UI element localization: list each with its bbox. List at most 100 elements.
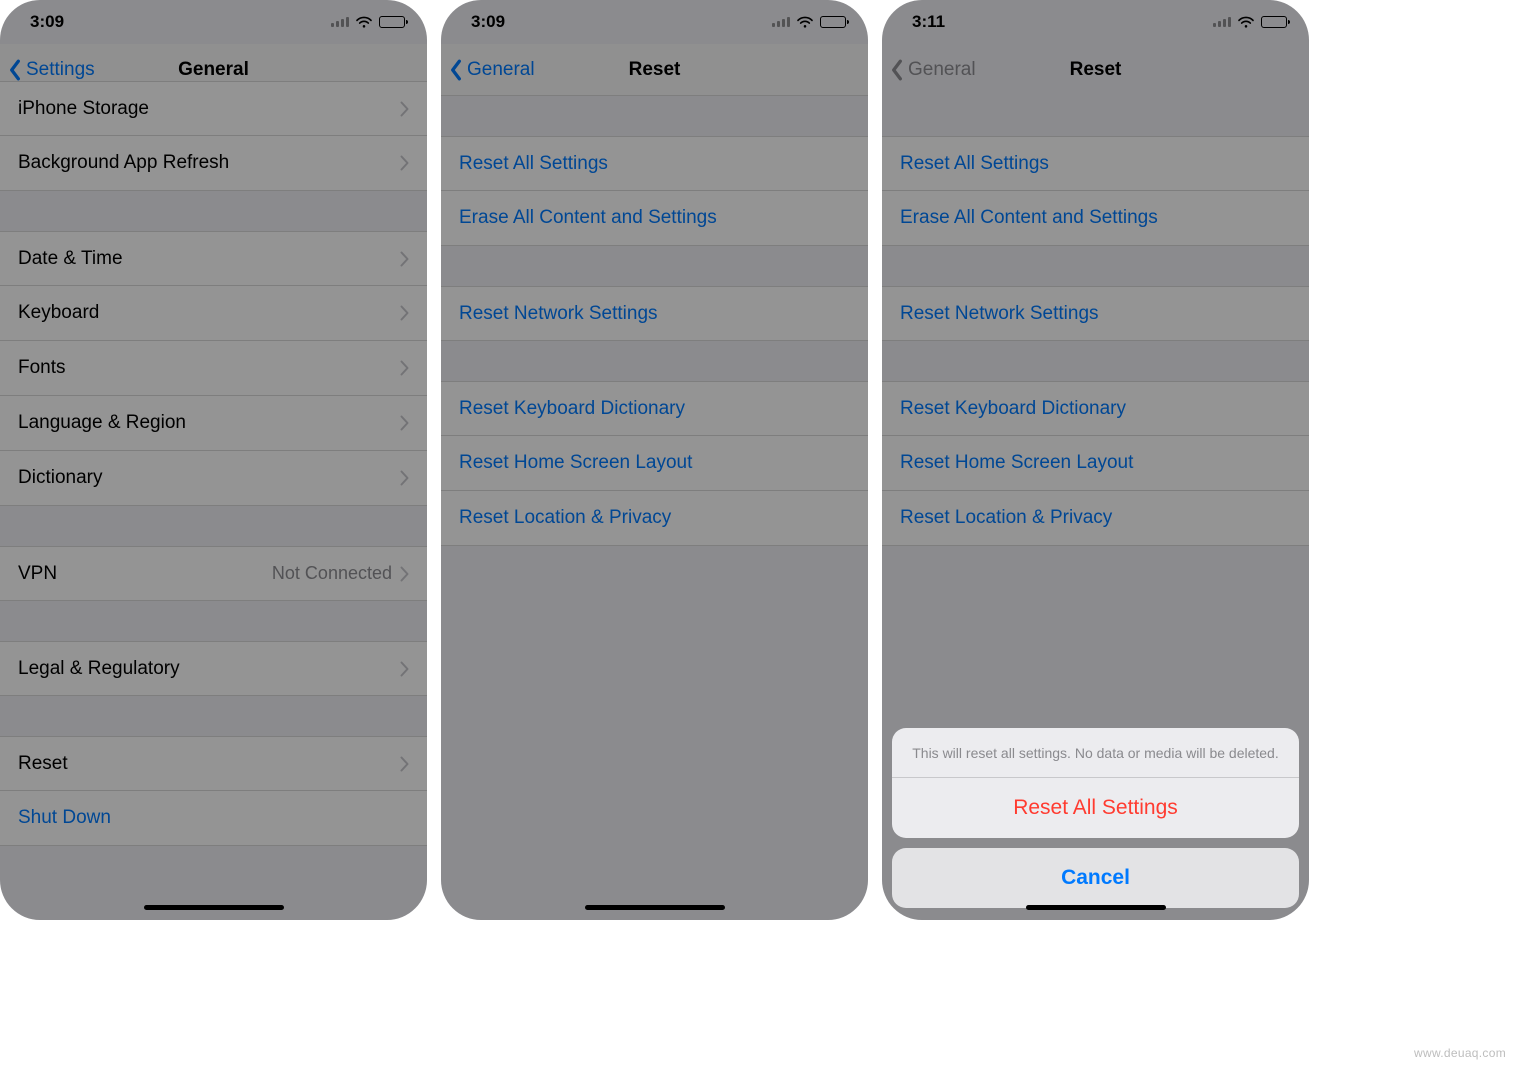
action-sheet-body: This will reset all settings. No data or… — [892, 728, 1299, 838]
group-gap — [0, 191, 427, 231]
row-label: Reset Home Screen Layout — [459, 452, 850, 474]
group-gap — [0, 506, 427, 546]
chevron-right-icon — [400, 251, 409, 267]
settings-row[interactable]: Reset Home Screen Layout — [882, 436, 1309, 491]
chevron-right-icon — [400, 566, 409, 582]
cellular-icon — [1213, 17, 1231, 27]
settings-row[interactable]: Reset All Settings — [441, 136, 868, 191]
row-label: Erase All Content and Settings — [900, 207, 1291, 229]
status-bar: 3:11 — [882, 0, 1309, 44]
row-label: Reset Location & Privacy — [459, 507, 850, 529]
row-value: Not Connected — [272, 563, 392, 584]
row-label: Language & Region — [18, 412, 400, 434]
group-gap — [441, 96, 868, 136]
content: Reset All Settings Erase All Content and … — [441, 96, 868, 546]
nav-title: Reset — [1070, 59, 1122, 81]
cellular-icon — [772, 17, 790, 27]
wifi-icon — [796, 15, 814, 29]
row-label: Keyboard — [18, 302, 400, 324]
group-gap — [882, 96, 1309, 136]
phone-screenshot: 3:09 GeneralReset Reset All Settings Erase … — [441, 0, 868, 920]
content: Reset All Settings Erase All Content and … — [882, 96, 1309, 546]
chevron-right-icon — [400, 155, 409, 171]
row-label: Date & Time — [18, 248, 400, 270]
settings-row[interactable]: Erase All Content and Settings — [882, 191, 1309, 246]
status-bar: 3:09 — [441, 0, 868, 44]
content: iPhone Storage Background App Refresh Date… — [0, 81, 427, 846]
row-label: Erase All Content and Settings — [459, 207, 850, 229]
settings-row[interactable]: Reset — [0, 736, 427, 791]
group-gap — [882, 341, 1309, 381]
back-button[interactable]: General — [449, 44, 535, 95]
status-right — [1213, 15, 1287, 29]
group-gap — [882, 246, 1309, 286]
battery-icon — [820, 16, 846, 28]
settings-row[interactable]: Reset All Settings — [882, 136, 1309, 191]
cellular-icon — [331, 17, 349, 27]
group-gap — [0, 696, 427, 736]
row-label: Reset Keyboard Dictionary — [459, 398, 850, 420]
phone-screenshot: 3:11 General Reset Reset All Settings Erase … — [882, 0, 1309, 920]
home-indicator[interactable] — [144, 905, 284, 910]
row-label: Dictionary — [18, 467, 400, 489]
chevron-right-icon — [400, 756, 409, 772]
home-indicator[interactable] — [1026, 905, 1166, 910]
group-gap — [441, 246, 868, 286]
row-label: Reset All Settings — [900, 153, 1291, 175]
back-label: General — [467, 59, 535, 81]
nav-title: General — [178, 59, 249, 81]
battery-icon — [379, 16, 405, 28]
settings-row[interactable]: Reset Location & Privacy — [441, 491, 868, 546]
row-label: Reset Home Screen Layout — [900, 452, 1291, 474]
group-gap — [0, 601, 427, 641]
group-gap — [441, 341, 868, 381]
settings-row[interactable]: Dictionary — [0, 451, 427, 506]
settings-row[interactable]: Legal & Regulatory — [0, 641, 427, 696]
status-bar: 3:09 — [0, 0, 427, 44]
back-label: General — [908, 59, 976, 81]
settings-row[interactable]: Erase All Content and Settings — [441, 191, 868, 246]
settings-row[interactable]: iPhone Storage — [0, 81, 427, 136]
settings-row[interactable]: Reset Network Settings — [441, 286, 868, 341]
home-indicator[interactable] — [585, 905, 725, 910]
settings-row[interactable]: Reset Keyboard Dictionary — [882, 381, 1309, 436]
status-time: 3:11 — [912, 12, 945, 32]
action-sheet-cancel[interactable]: Cancel — [892, 848, 1299, 908]
chevron-right-icon — [400, 360, 409, 376]
settings-row[interactable]: Fonts — [0, 341, 427, 396]
chevron-right-icon — [400, 470, 409, 486]
row-label: Reset Keyboard Dictionary — [900, 398, 1291, 420]
settings-row[interactable]: Language & Region — [0, 396, 427, 451]
settings-row[interactable]: Shut Down — [0, 791, 427, 846]
back-button: General — [890, 44, 976, 96]
settings-row[interactable]: Background App Refresh — [0, 136, 427, 191]
chevron-right-icon — [400, 415, 409, 431]
back-label: Settings — [26, 59, 95, 81]
row-label: Fonts — [18, 357, 400, 379]
settings-row[interactable]: VPNNot Connected — [0, 546, 427, 601]
status-time: 3:09 — [471, 12, 505, 32]
row-label: VPN — [18, 563, 272, 585]
settings-row[interactable]: Reset Keyboard Dictionary — [441, 381, 868, 436]
row-label: Reset Location & Privacy — [900, 507, 1291, 529]
action-sheet-message: This will reset all settings. No data or… — [892, 728, 1299, 778]
row-label: Reset Network Settings — [459, 303, 850, 325]
nav-bar: GeneralReset — [441, 44, 868, 96]
row-label: Shut Down — [18, 807, 409, 829]
settings-row[interactable]: Keyboard — [0, 286, 427, 341]
action-sheet-destructive[interactable]: Reset All Settings — [892, 778, 1299, 838]
chevron-right-icon — [400, 661, 409, 677]
row-label: iPhone Storage — [18, 98, 400, 120]
row-label: Reset Network Settings — [900, 303, 1291, 325]
chevron-right-icon — [400, 101, 409, 117]
nav-bar: General Reset — [882, 44, 1309, 96]
settings-row[interactable]: Date & Time — [0, 231, 427, 286]
status-right — [772, 15, 846, 29]
settings-row[interactable]: Reset Home Screen Layout — [441, 436, 868, 491]
settings-row[interactable]: Reset Network Settings — [882, 286, 1309, 341]
panels-container: 3:09 Settings General iPhone Storage Backgro… — [0, 0, 1524, 920]
wifi-icon — [355, 15, 373, 29]
chevron-right-icon — [400, 305, 409, 321]
settings-row[interactable]: Reset Location & Privacy — [882, 491, 1309, 546]
status-time: 3:09 — [30, 12, 64, 32]
